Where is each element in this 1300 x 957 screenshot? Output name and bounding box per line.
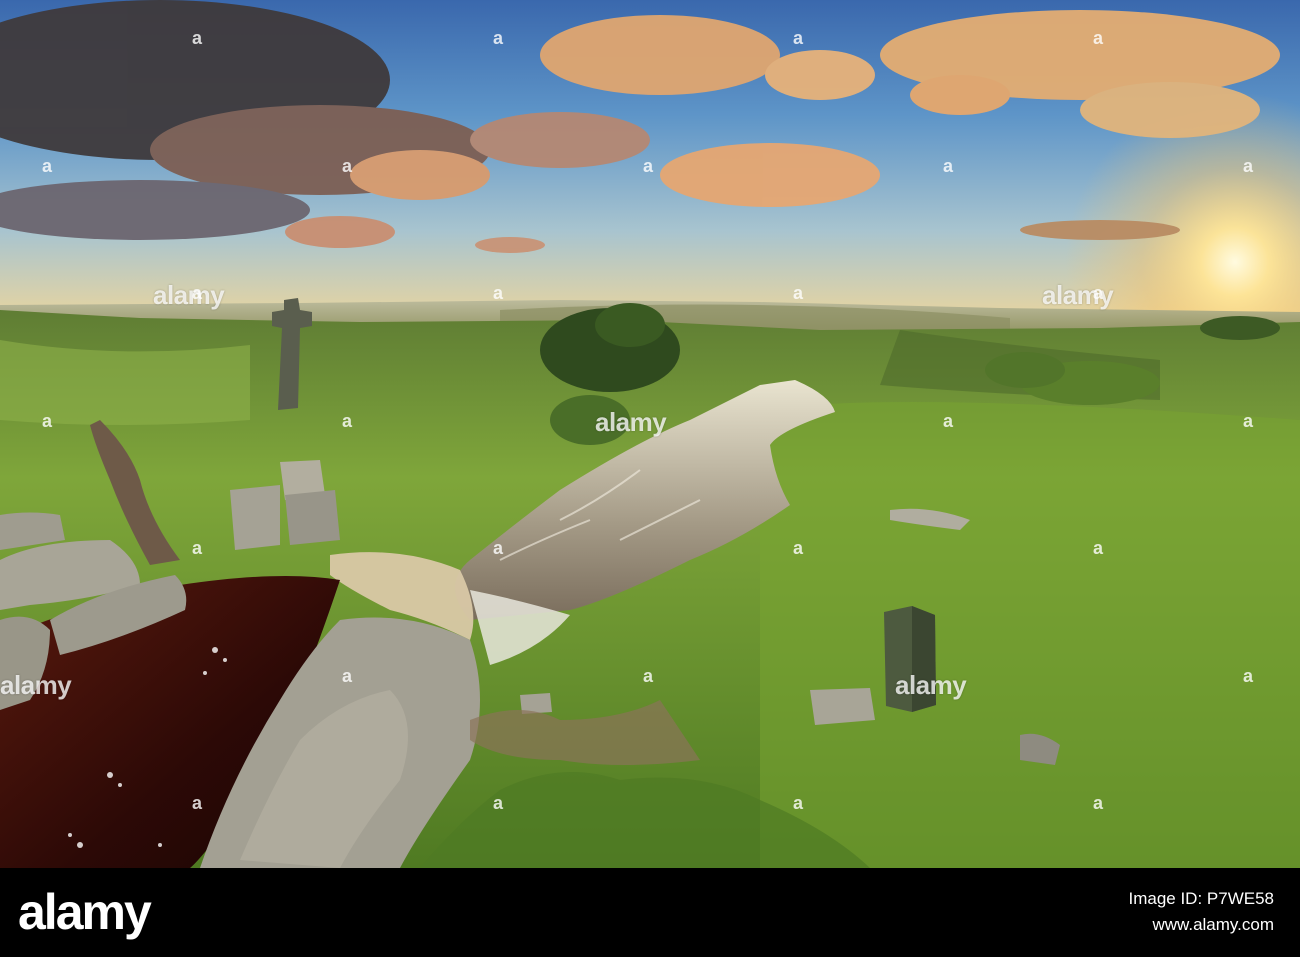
footer-bar: alamy Image ID: P7WE58 www.alamy.com [0,868,1300,957]
watermark-a: a [793,538,804,558]
watermark-a: a [42,156,53,176]
watermark-a: a [342,411,353,431]
watermark-a: a [1093,283,1104,303]
watermark-a: a [1243,411,1254,431]
landscape-photo: alamy alamy alamy alamy alamy a a a a a … [0,0,1300,868]
watermark-a: a [793,793,804,813]
watermark-a: a [643,156,654,176]
watermark-a: a [192,793,203,813]
watermark-a: a [493,28,504,48]
watermark-a: a [342,666,353,686]
watermark-5: alamy [895,670,967,700]
watermark-a: a [42,411,53,431]
watermark-a: a [1243,666,1254,686]
watermark-a: a [793,28,804,48]
image-id: Image ID: P7WE58 [1128,889,1274,908]
watermark-a: a [493,793,504,813]
watermark-a: a [493,283,504,303]
watermark-a: a [192,283,203,303]
watermark-a: a [1243,156,1254,176]
watermark-a: a [493,538,504,558]
watermark-a: a [1093,538,1104,558]
watermark-a: a [1093,793,1104,813]
site-url: www.alamy.com [1152,915,1274,934]
watermark-1: alamy [153,280,225,310]
watermark-a: a [192,538,203,558]
watermark-a: a [643,666,654,686]
watermark-a: a [943,411,954,431]
image-meta: Image ID: P7WE58 www.alamy.com [1128,886,1274,938]
watermark-2: alamy [595,407,667,437]
watermark-a: a [793,283,804,303]
watermark-a: a [943,156,954,176]
alamy-logo: alamy [18,884,152,940]
watermark-a: a [342,156,353,176]
watermark-a: a [1093,28,1104,48]
watermark-a: a [192,28,203,48]
watermark-4: alamy [0,670,72,700]
